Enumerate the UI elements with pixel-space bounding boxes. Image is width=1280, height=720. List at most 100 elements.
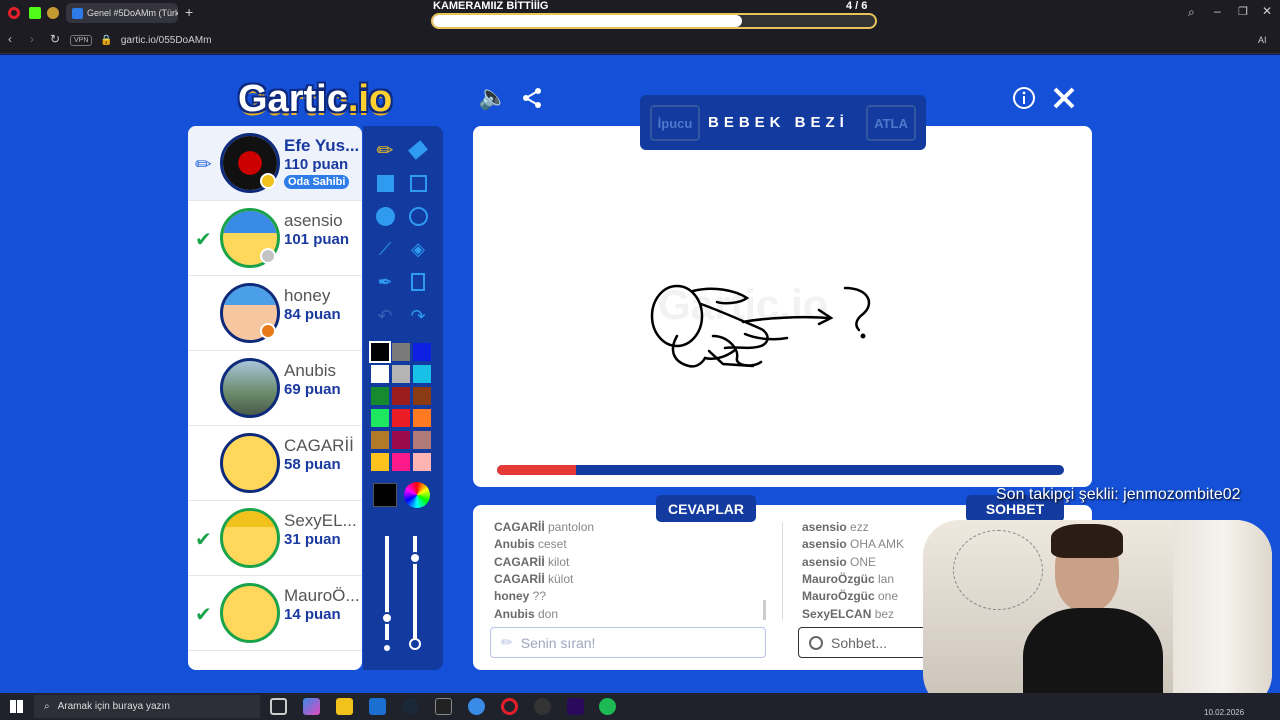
copilot-icon[interactable] [303,698,320,715]
chat-input[interactable]: Sohbet... [798,627,928,658]
vpn-badge[interactable]: VPN [70,35,93,46]
opacity-knob[interactable] [409,552,421,564]
color-swatch[interactable] [413,453,431,471]
color-swatch[interactable] [413,365,431,383]
color-swatch[interactable] [413,343,431,361]
extension-icon[interactable] [47,7,59,19]
drawing-canvas[interactable]: Gartic.io [473,126,1092,487]
filled-rect-tool-icon[interactable] [371,169,399,197]
chat-message: CAGARİİ kilot [494,555,569,569]
forward-icon[interactable]: › [30,32,34,46]
eyedropper-tool-icon[interactable]: ✒ [371,268,399,296]
gartic-logo[interactable]: Gartic.io [238,78,392,121]
current-color-swatch[interactable] [373,483,397,507]
pencil-tool-icon[interactable]: ✏ [371,136,399,164]
player-row[interactable]: honey 84 puan [188,276,362,351]
redo-tool-icon[interactable]: ↷ [404,302,432,330]
rect-tool-icon[interactable] [404,169,432,197]
player-row[interactable]: Anubis 69 puan [188,351,362,426]
obs-icon[interactable] [534,698,551,715]
color-swatch[interactable] [413,387,431,405]
player-name: MauroÖ... [284,586,360,605]
player-points: 110 puan [284,156,349,173]
player-points: 58 puan [284,456,341,473]
search-icon: ⌕ [44,701,50,712]
webcam-overlay [923,520,1272,710]
address-field[interactable]: VPN 🔒 gartic.io/055DoAMm [70,31,1050,50]
ai-button[interactable]: AI [1258,35,1267,45]
minimize-icon[interactable]: – [1214,4,1221,18]
color-swatch[interactable] [369,341,391,363]
fill-bucket-tool-icon[interactable]: ◈ [404,235,432,263]
new-page-tool-icon[interactable] [404,268,432,296]
status-dot [260,173,276,189]
browser-tab[interactable]: Genel #5DoAMm (Türkçe [66,3,178,23]
filled-circle-tool-icon[interactable] [371,202,399,230]
info-icon[interactable] [1012,86,1036,115]
new-tab-icon[interactable]: + [185,4,193,20]
search-icon[interactable]: ⌕ [1188,5,1195,20]
color-swatch[interactable] [371,431,389,449]
file-explorer-icon[interactable] [336,698,353,715]
close-window-icon[interactable]: ✕ [1262,4,1272,18]
share-icon[interactable] [520,86,544,115]
color-swatch[interactable] [392,453,410,471]
player-name: asensio [284,211,343,230]
player-row[interactable]: ✏ Efe Yus... 110 puan Oda Sahibi [188,126,362,201]
player-row[interactable]: ✔ asensio 101 puan [188,201,362,276]
color-swatch[interactable] [371,365,389,383]
chat-message: Anubis don [494,607,558,621]
answer-input[interactable]: ✏ Senin sıran! [490,627,766,658]
opera-icon[interactable] [501,698,518,715]
task-view-icon[interactable] [270,698,287,715]
undo-tool-icon[interactable]: ↶ [371,302,399,330]
color-swatch[interactable] [392,409,410,427]
player-row[interactable]: CAGARİİ 58 puan [188,426,362,501]
color-swatch[interactable] [392,365,410,383]
round-timer-bar [497,465,1064,475]
color-swatch[interactable] [392,431,410,449]
eraser-tool-icon[interactable] [404,136,432,164]
back-icon[interactable]: ‹ [8,32,12,46]
skip-button[interactable]: ATLA [866,105,916,141]
reload-icon[interactable]: ↻ [50,32,60,46]
color-swatch[interactable] [371,387,389,405]
color-swatch[interactable] [413,409,431,427]
taskbar-search[interactable]: ⌕ Aramak için buraya yazın [34,695,260,718]
player-row[interactable]: ✔ MauroÖ... 14 puan [188,576,362,651]
outlook-icon[interactable] [369,698,386,715]
message-text: pantolon [544,520,595,534]
circle-tool-icon[interactable] [404,202,432,230]
player-drawing [650,284,871,368]
message-user: honey [494,589,530,604]
pencil-icon: ✏ [195,154,212,176]
line-tool-icon[interactable]: ⟋ [371,235,399,263]
message-user: CAGARİİ [494,554,545,569]
stream-goal-progress-fill [433,15,743,27]
steam-icon[interactable] [402,698,419,715]
epic-games-icon[interactable] [435,698,452,715]
opera-logo-icon[interactable] [8,7,20,19]
spotify-icon[interactable] [599,698,616,715]
maximize-icon[interactable]: ❐ [1238,5,1248,18]
answers-scrollbar[interactable] [763,600,766,620]
chat-message: CAGARİİ pantolon [494,520,594,534]
close-game-icon[interactable] [1052,86,1076,115]
kick-icon[interactable] [29,7,41,19]
color-wheel-icon[interactable] [404,482,430,508]
color-swatch[interactable] [392,387,410,405]
color-swatch[interactable] [392,343,410,361]
color-swatch[interactable] [371,453,389,471]
brush-size-slider[interactable] [385,536,389,640]
windows-start-icon[interactable] [10,700,23,713]
player-row[interactable]: ✔ SexyEL... 31 puan [188,501,362,576]
color-swatch[interactable] [413,431,431,449]
message-text: bez [871,606,895,621]
hint-button[interactable]: İpucu [650,105,700,141]
brush-size-knob[interactable] [381,612,393,624]
sound-icon[interactable]: 🔈 [478,86,508,110]
app-icon[interactable] [468,698,485,715]
color-swatch[interactable] [371,409,389,427]
premiere-icon[interactable] [567,698,584,715]
check-icon: ✔ [195,529,212,551]
